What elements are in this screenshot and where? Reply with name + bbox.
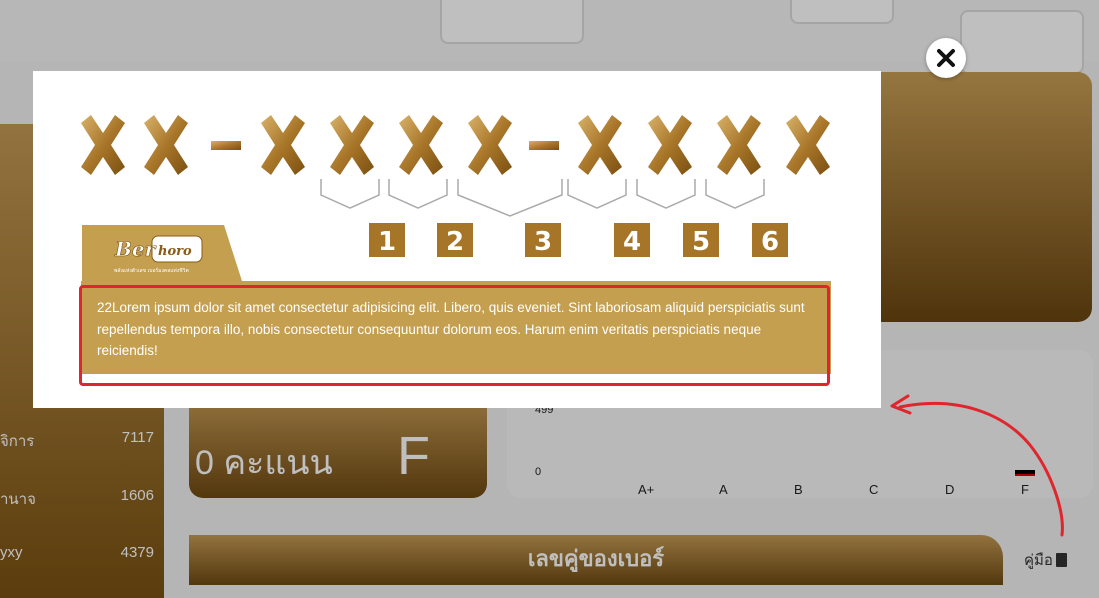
dash-glyph bbox=[211, 141, 241, 150]
x-glyph bbox=[578, 115, 622, 175]
logo-brand-right: horo bbox=[158, 244, 192, 259]
position-number: 1 bbox=[314, 141, 320, 151]
annotation-arrow bbox=[890, 394, 1064, 537]
pair-number: 1 bbox=[378, 227, 396, 257]
pair-number: 5 bbox=[692, 227, 710, 257]
berhoro-logo: Ber horo พลังแห่งตัวเลข เบอร์มงคลแห่งชีว… bbox=[82, 225, 242, 281]
x-glyph bbox=[717, 115, 761, 175]
position-number: 4 bbox=[631, 141, 637, 151]
pair-number: 2 bbox=[446, 227, 464, 257]
close-icon bbox=[937, 49, 955, 67]
x-glyph bbox=[144, 115, 188, 175]
x-glyph bbox=[468, 115, 512, 175]
position-number: 2 bbox=[383, 141, 389, 151]
position-number: 6 bbox=[769, 141, 775, 151]
highlight-outline bbox=[79, 285, 830, 386]
position-number: 5 bbox=[700, 141, 706, 151]
pair-brackets bbox=[320, 179, 765, 217]
x-glyph bbox=[330, 115, 374, 175]
x-glyph bbox=[786, 115, 830, 175]
logo-tagline: พลังแห่งตัวเลข เบอร์มงคลแห่งชีวิต bbox=[114, 267, 189, 274]
x-glyph bbox=[648, 115, 692, 175]
position-number: 3 bbox=[451, 141, 457, 151]
dash-glyph bbox=[529, 141, 559, 150]
x-glyph bbox=[399, 115, 443, 175]
pair-number: 3 bbox=[534, 227, 552, 257]
pair-number: 4 bbox=[623, 227, 641, 257]
x-glyph bbox=[261, 115, 305, 175]
position-number: 7 bbox=[838, 141, 843, 151]
pair-number: 6 bbox=[761, 227, 779, 257]
x-glyph bbox=[81, 115, 125, 175]
logo-brand-left: Ber bbox=[114, 237, 157, 261]
close-button[interactable] bbox=[926, 38, 966, 78]
